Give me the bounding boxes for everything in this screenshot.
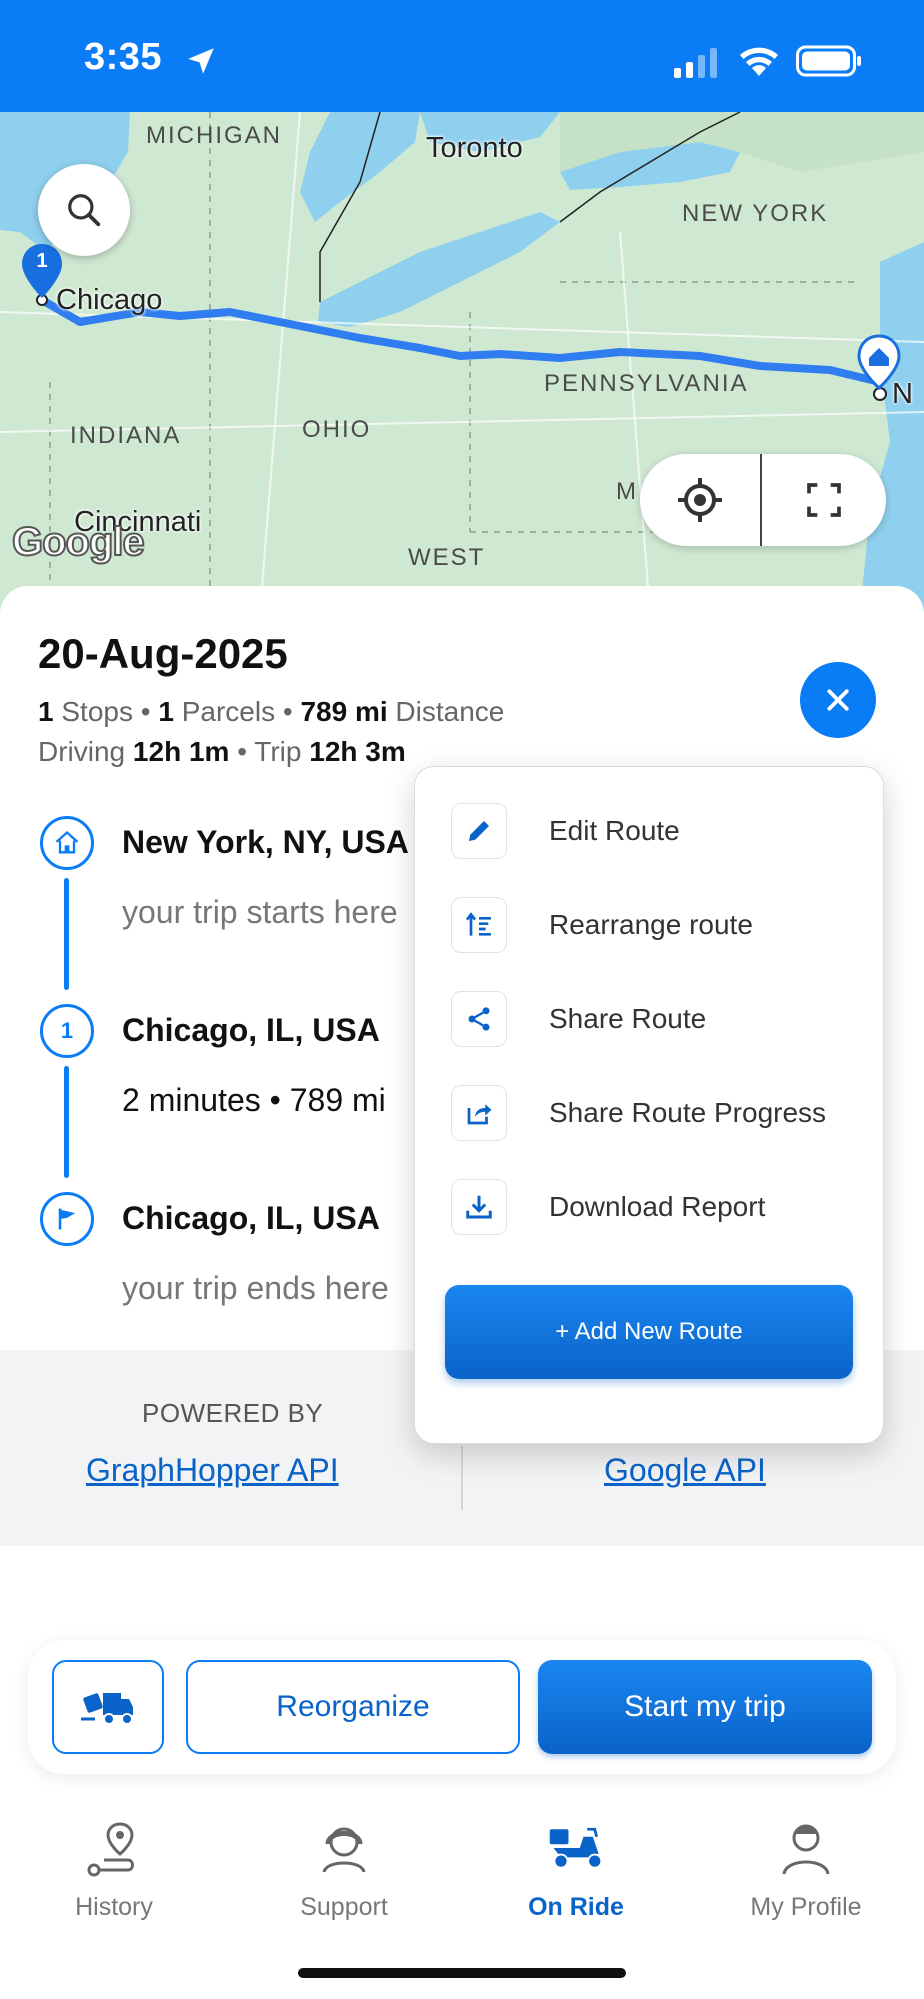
start-trip-button[interactable]: Start my trip	[538, 1660, 872, 1754]
stop-marker-pin[interactable]: 1	[20, 242, 64, 300]
close-icon	[827, 689, 849, 711]
trip-label: Trip	[254, 736, 302, 767]
delivery-truck-icon	[81, 1693, 133, 1725]
tab-label: On Ride	[528, 1893, 624, 1921]
fullscreen-icon	[807, 483, 841, 517]
flag-icon	[58, 1208, 76, 1230]
tab-label: My Profile	[750, 1893, 862, 1921]
stop-connector	[64, 878, 69, 990]
route-map[interactable]: MICHIGAN NEW YORK PENNSYLVANIA INDIANA O…	[0, 112, 924, 612]
cellular-signal-icon	[674, 48, 717, 78]
stop-title[interactable]: Chicago, IL, USA	[122, 1012, 380, 1049]
tab-on-ride[interactable]: On Ride	[476, 1818, 676, 1928]
route-options-menu: Edit Route Rearrange route Share Route S…	[414, 766, 884, 1444]
map-city-chicago: Chicago	[56, 284, 163, 316]
stop-subtitle: your trip ends here	[122, 1270, 389, 1306]
menu-item-edit-route[interactable]: Edit Route	[451, 803, 871, 863]
reorganize-button[interactable]: Reorganize	[186, 1660, 520, 1754]
menu-item-label: Edit Route	[549, 815, 680, 846]
distance-value: 789 mi	[300, 696, 388, 727]
trip-action-bar: Reorganize Start my trip	[28, 1640, 896, 1774]
trip-date: 20-Aug-2025	[38, 630, 288, 677]
home-pin-icon	[857, 334, 901, 391]
download-icon	[451, 1179, 507, 1235]
stop-connector	[64, 1066, 69, 1178]
parcels-count: 1	[158, 696, 174, 727]
parcels-label: Parcels	[181, 696, 276, 727]
powered-by-label: POWERED BY	[142, 1398, 324, 1428]
home-indicator	[298, 1968, 626, 1978]
map-label-pennsylvania: PENNSYLVANIA	[544, 370, 749, 397]
home-icon	[55, 830, 79, 854]
status-time: 3:35	[84, 36, 163, 78]
map-label-new-york: NEW YORK	[682, 200, 829, 227]
location-arrow-icon	[188, 48, 214, 74]
battery-icon	[796, 45, 861, 77]
menu-item-download-report[interactable]: Download Report	[451, 1179, 871, 1239]
trip-summary-line1: 1 Stops • 1 Parcels • 789 mi Distance	[38, 696, 504, 728]
destination-marker-pin[interactable]	[856, 334, 902, 391]
tab-label: History	[75, 1893, 153, 1921]
pencil-icon	[451, 803, 507, 859]
stop-marker-number: 1	[36, 250, 48, 272]
powered-divider	[461, 1446, 463, 1510]
map-controls	[640, 454, 886, 546]
tab-support[interactable]: Support	[244, 1818, 444, 1928]
stop-end-icon	[40, 1192, 94, 1246]
menu-item-label: Share Route	[549, 1003, 707, 1034]
status-bar: 3:35	[0, 0, 924, 112]
share-icon	[451, 991, 507, 1047]
menu-item-label: Download Report	[549, 1191, 766, 1222]
trip-time: 12h 3m	[309, 736, 406, 767]
fullscreen-button[interactable]	[762, 454, 886, 546]
stop-start-icon	[40, 816, 94, 870]
driving-time: 12h 1m	[132, 736, 230, 767]
map-label-west-virginia: WEST	[408, 544, 486, 571]
stops-count: 1	[38, 696, 54, 727]
sort-icon	[451, 897, 507, 953]
meta-separator: •	[140, 696, 151, 727]
stop-title[interactable]: Chicago, IL, USA	[122, 1200, 380, 1237]
stop-number-icon: 1	[40, 1004, 94, 1058]
map-label-ohio: OHIO	[302, 416, 372, 443]
tab-history[interactable]: History	[14, 1818, 214, 1928]
add-new-route-button[interactable]: + Add New Route	[445, 1285, 853, 1379]
map-label-md: M	[616, 478, 638, 505]
menu-item-rearrange-route[interactable]: Rearrange route	[451, 897, 871, 957]
menu-item-label: Share Route Progress	[549, 1097, 827, 1128]
wifi-icon	[740, 47, 778, 76]
distance-label: Distance	[395, 696, 505, 727]
map-label-indiana: INDIANA	[70, 422, 182, 449]
graphhopper-api-link[interactable]: GraphHopper API	[86, 1452, 339, 1489]
scooter-icon	[549, 1827, 603, 1869]
support-icon	[322, 1827, 366, 1873]
history-icon	[87, 1822, 134, 1877]
share-progress-icon	[451, 1085, 507, 1141]
trip-summary-line2: Driving 12h 1m • Trip 12h 3m	[38, 736, 406, 768]
tab-label: Support	[300, 1893, 388, 1921]
google-api-link[interactable]: Google API	[604, 1452, 766, 1489]
menu-item-share-route-progress[interactable]: Share Route Progress	[451, 1085, 871, 1145]
search-icon	[68, 194, 101, 227]
my-location-button[interactable]	[640, 454, 760, 546]
map-city-toronto: Toronto	[426, 132, 523, 164]
meta-separator: •	[282, 696, 293, 727]
crosshair-icon	[678, 478, 722, 522]
stops-label: Stops	[61, 696, 133, 727]
profile-icon	[782, 1824, 830, 1875]
stop-subtitle: 2 minutes • 789 mi	[122, 1082, 386, 1118]
stop-title[interactable]: New York, NY, USA	[122, 824, 409, 861]
stop-subtitle: your trip starts here	[122, 894, 398, 930]
map-label-michigan: MICHIGAN	[146, 122, 282, 149]
google-logo: Google	[11, 519, 146, 565]
map-search-button[interactable]	[38, 164, 130, 256]
menu-item-share-route[interactable]: Share Route	[451, 991, 871, 1051]
meta-separator: •	[237, 736, 248, 767]
delivery-truck-button[interactable]	[52, 1660, 164, 1754]
close-menu-button[interactable]	[800, 662, 876, 738]
driving-label: Driving	[38, 736, 126, 767]
menu-item-label: Rearrange route	[549, 909, 753, 940]
tab-my-profile[interactable]: My Profile	[706, 1818, 906, 1928]
